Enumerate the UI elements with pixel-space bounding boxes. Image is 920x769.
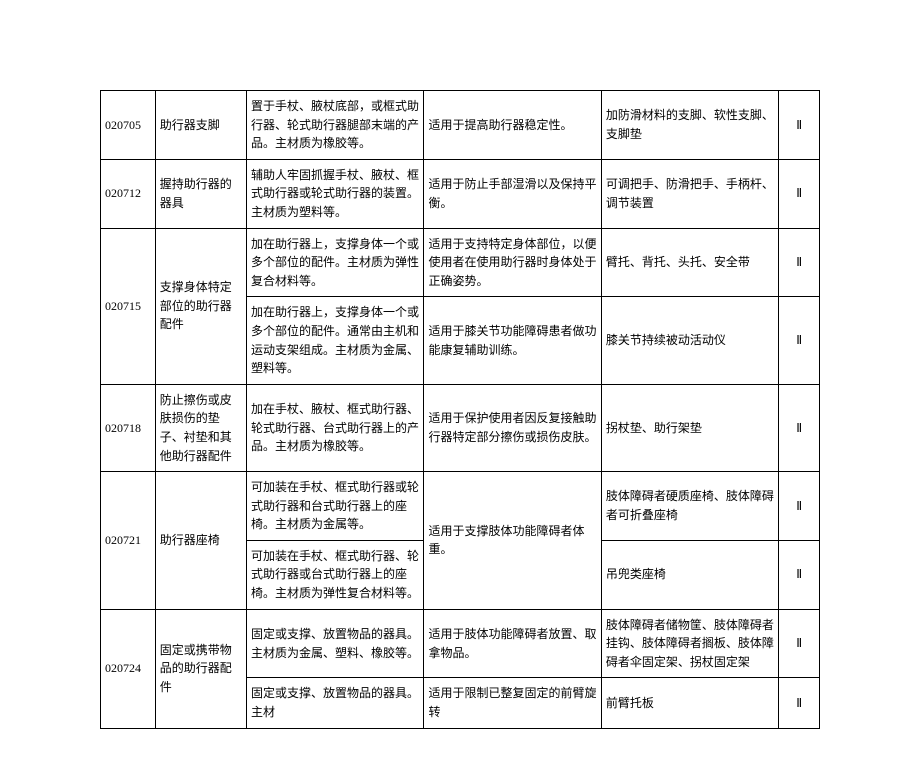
cell-name: 助行器支脚	[155, 91, 246, 160]
cell-use: 适用于保护使用者因反复接触助行器特定部分擦伤或损伤皮肤。	[424, 384, 601, 471]
cell-example: 前臂托板	[601, 678, 778, 728]
cell-example: 膝关节持续被动活动仪	[601, 297, 778, 384]
cell-code: 020705	[101, 91, 156, 160]
cell-desc: 可加装在手杖、框式助行器、轮式助行器或台式助行器上的座椅。主材质为弹性复合材料等…	[247, 540, 424, 609]
cell-class: Ⅱ	[779, 609, 820, 678]
cell-desc: 固定或支撑、放置物品的器具。主材质为金属、塑料、橡胶等。	[247, 609, 424, 678]
cell-code: 020712	[101, 159, 156, 228]
cell-class: Ⅱ	[779, 297, 820, 384]
cell-name: 握持助行器的器具	[155, 159, 246, 228]
cell-name: 助行器座椅	[155, 472, 246, 610]
cell-desc: 加在助行器上，支撑身体一个或多个部位的配件。通常由主机和运动支架组成。主材质为金…	[247, 297, 424, 384]
table-row: 020705 助行器支脚 置于手杖、腋杖底部，或框式助行器、轮式助行器腿部末端的…	[101, 91, 820, 160]
cell-example: 拐杖垫、助行架垫	[601, 384, 778, 471]
cell-desc: 固定或支撑、放置物品的器具。主材	[247, 678, 424, 728]
cell-class: Ⅱ	[779, 384, 820, 471]
table-row: 020718 防止擦伤或皮肤损伤的垫子、衬垫和其他助行器配件 加在手杖、腋杖、框…	[101, 384, 820, 471]
cell-example: 臂托、背托、头托、安全带	[601, 228, 778, 297]
cell-class: Ⅱ	[779, 678, 820, 728]
cell-use: 适用于支撑肢体功能障碍者体重。	[424, 472, 601, 610]
cell-example: 肢体障碍者硬质座椅、肢体障碍者可折叠座椅	[601, 472, 778, 541]
cell-use: 适用于肢体功能障碍者放置、取拿物品。	[424, 609, 601, 678]
table-row: 020712 握持助行器的器具 辅助人牢固抓握手杖、腋杖、框式助行器或轮式助行器…	[101, 159, 820, 228]
cell-class: Ⅱ	[779, 472, 820, 541]
cell-example: 肢体障碍者储物筐、肢体障碍者挂钩、肢体障碍者搁板、肢体障碍者伞固定架、拐杖固定架	[601, 609, 778, 678]
cell-example: 加防滑材料的支脚、软性支脚、支脚垫	[601, 91, 778, 160]
table-row: 020721 助行器座椅 可加装在手杖、框式助行器或轮式助行器和台式助行器上的座…	[101, 472, 820, 541]
cell-use: 适用于防止手部湿滑以及保持平衡。	[424, 159, 601, 228]
table-row: 020715 支撑身体特定部位的助行器配件 加在助行器上，支撑身体一个或多个部位…	[101, 228, 820, 297]
cell-code: 020718	[101, 384, 156, 471]
cell-use: 适用于支持特定身体部位，以便使用者在使用助行器时身体处于正确姿势。	[424, 228, 601, 297]
cell-use: 适用于限制已整复固定的前臂旋转	[424, 678, 601, 728]
cell-class: Ⅱ	[779, 159, 820, 228]
cell-name: 防止擦伤或皮肤损伤的垫子、衬垫和其他助行器配件	[155, 384, 246, 471]
cell-example: 可调把手、防滑把手、手柄杆、调节装置	[601, 159, 778, 228]
cell-desc: 可加装在手杖、框式助行器或轮式助行器和台式助行器上的座椅。主材质为金属等。	[247, 472, 424, 541]
cell-name: 固定或携带物品的助行器配件	[155, 609, 246, 728]
cell-desc: 加在手杖、腋杖、框式助行器、轮式助行器、台式助行器上的产品。主材质为橡胶等。	[247, 384, 424, 471]
spec-table: 020705 助行器支脚 置于手杖、腋杖底部，或框式助行器、轮式助行器腿部末端的…	[100, 90, 820, 729]
cell-desc: 辅助人牢固抓握手杖、腋杖、框式助行器或轮式助行器的装置。主材质为塑料等。	[247, 159, 424, 228]
cell-code: 020721	[101, 472, 156, 610]
cell-desc: 加在助行器上，支撑身体一个或多个部位的配件。主材质为弹性复合材料等。	[247, 228, 424, 297]
cell-name: 支撑身体特定部位的助行器配件	[155, 228, 246, 384]
cell-code: 020715	[101, 228, 156, 384]
cell-use: 适用于提高助行器稳定性。	[424, 91, 601, 160]
cell-class: Ⅱ	[779, 91, 820, 160]
cell-class: Ⅱ	[779, 540, 820, 609]
cell-class: Ⅱ	[779, 228, 820, 297]
cell-example: 吊兜类座椅	[601, 540, 778, 609]
cell-use: 适用于膝关节功能障碍患者做功能康复辅助训练。	[424, 297, 601, 384]
table-row: 020724 固定或携带物品的助行器配件 固定或支撑、放置物品的器具。主材质为金…	[101, 609, 820, 678]
cell-desc: 置于手杖、腋杖底部，或框式助行器、轮式助行器腿部末端的产品。主材质为橡胶等。	[247, 91, 424, 160]
cell-code: 020724	[101, 609, 156, 728]
